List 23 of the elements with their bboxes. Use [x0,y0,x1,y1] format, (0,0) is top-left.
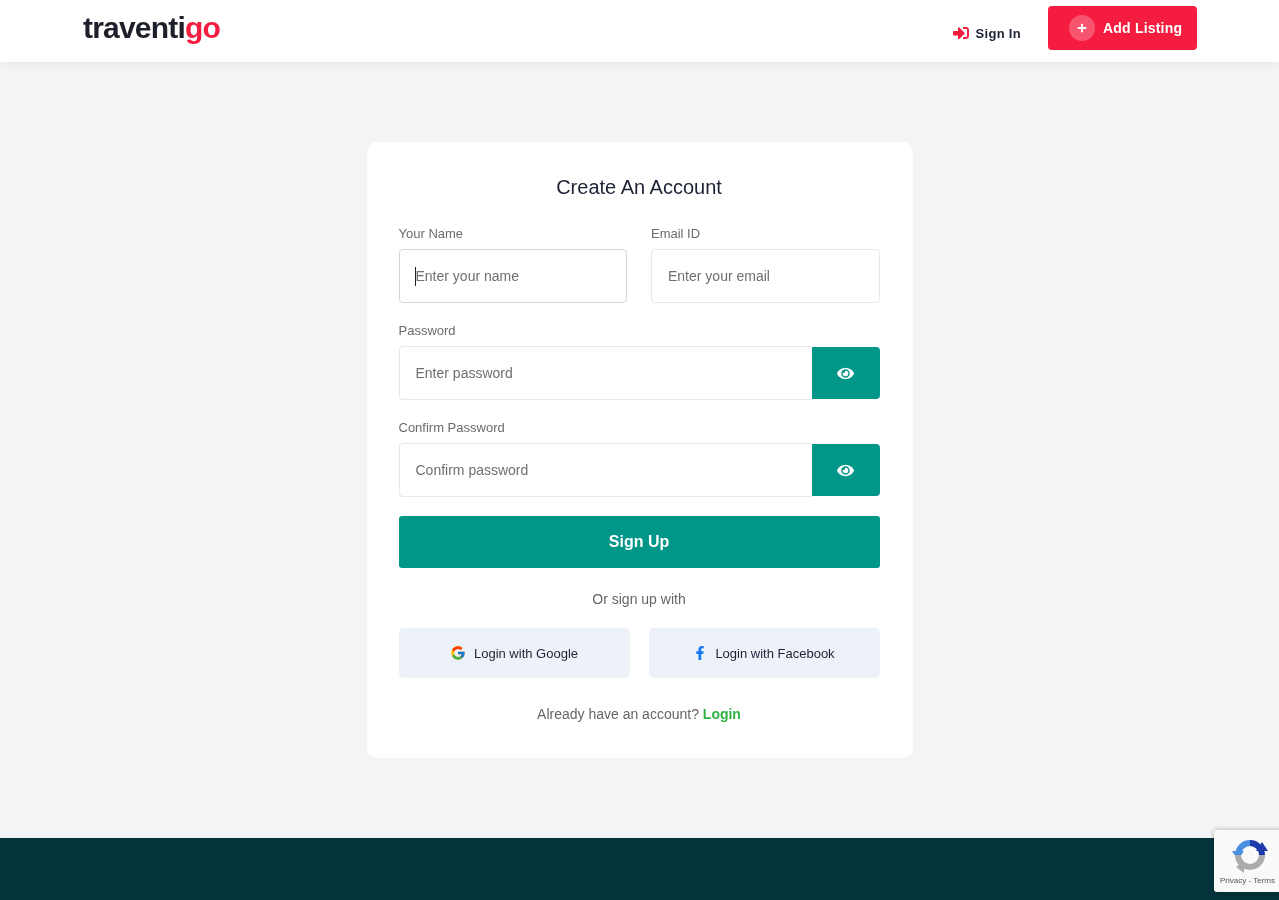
input-field[interactable]: Enter your name [398,249,627,303]
google-login-button[interactable]: Login with Google [398,628,630,678]
password-field[interactable]: Confirm password [398,443,812,497]
sign-in-link[interactable]: Sign In [952,25,1021,41]
recaptcha-links[interactable]: Privacy - Terms [1220,876,1275,886]
divider-text: Or sign up with [591,590,687,609]
form-title: Create An Account [555,175,723,200]
sign-in-icon [952,25,969,41]
show-password-button[interactable] [811,444,880,496]
show-password-button[interactable] [811,347,880,399]
input-field[interactable]: Enter your email [651,249,880,303]
field-label: Password [398,322,457,340]
field-label: Confirm Password [398,419,506,437]
account-prompt: Already have an account? Login [536,705,742,724]
field-label: Your Name [398,225,465,243]
logo[interactable]: traventigo [83,11,221,45]
facebook-login-button[interactable]: Login with Facebook [648,628,880,678]
plus-icon [1069,15,1095,41]
sign-up-button[interactable]: Sign Up [398,516,880,568]
password-field[interactable]: Enter password [398,346,812,400]
add-listing-button[interactable]: Add Listing [1048,6,1197,50]
field-label: Email ID [651,225,702,243]
google-g-icon [449,645,466,661]
